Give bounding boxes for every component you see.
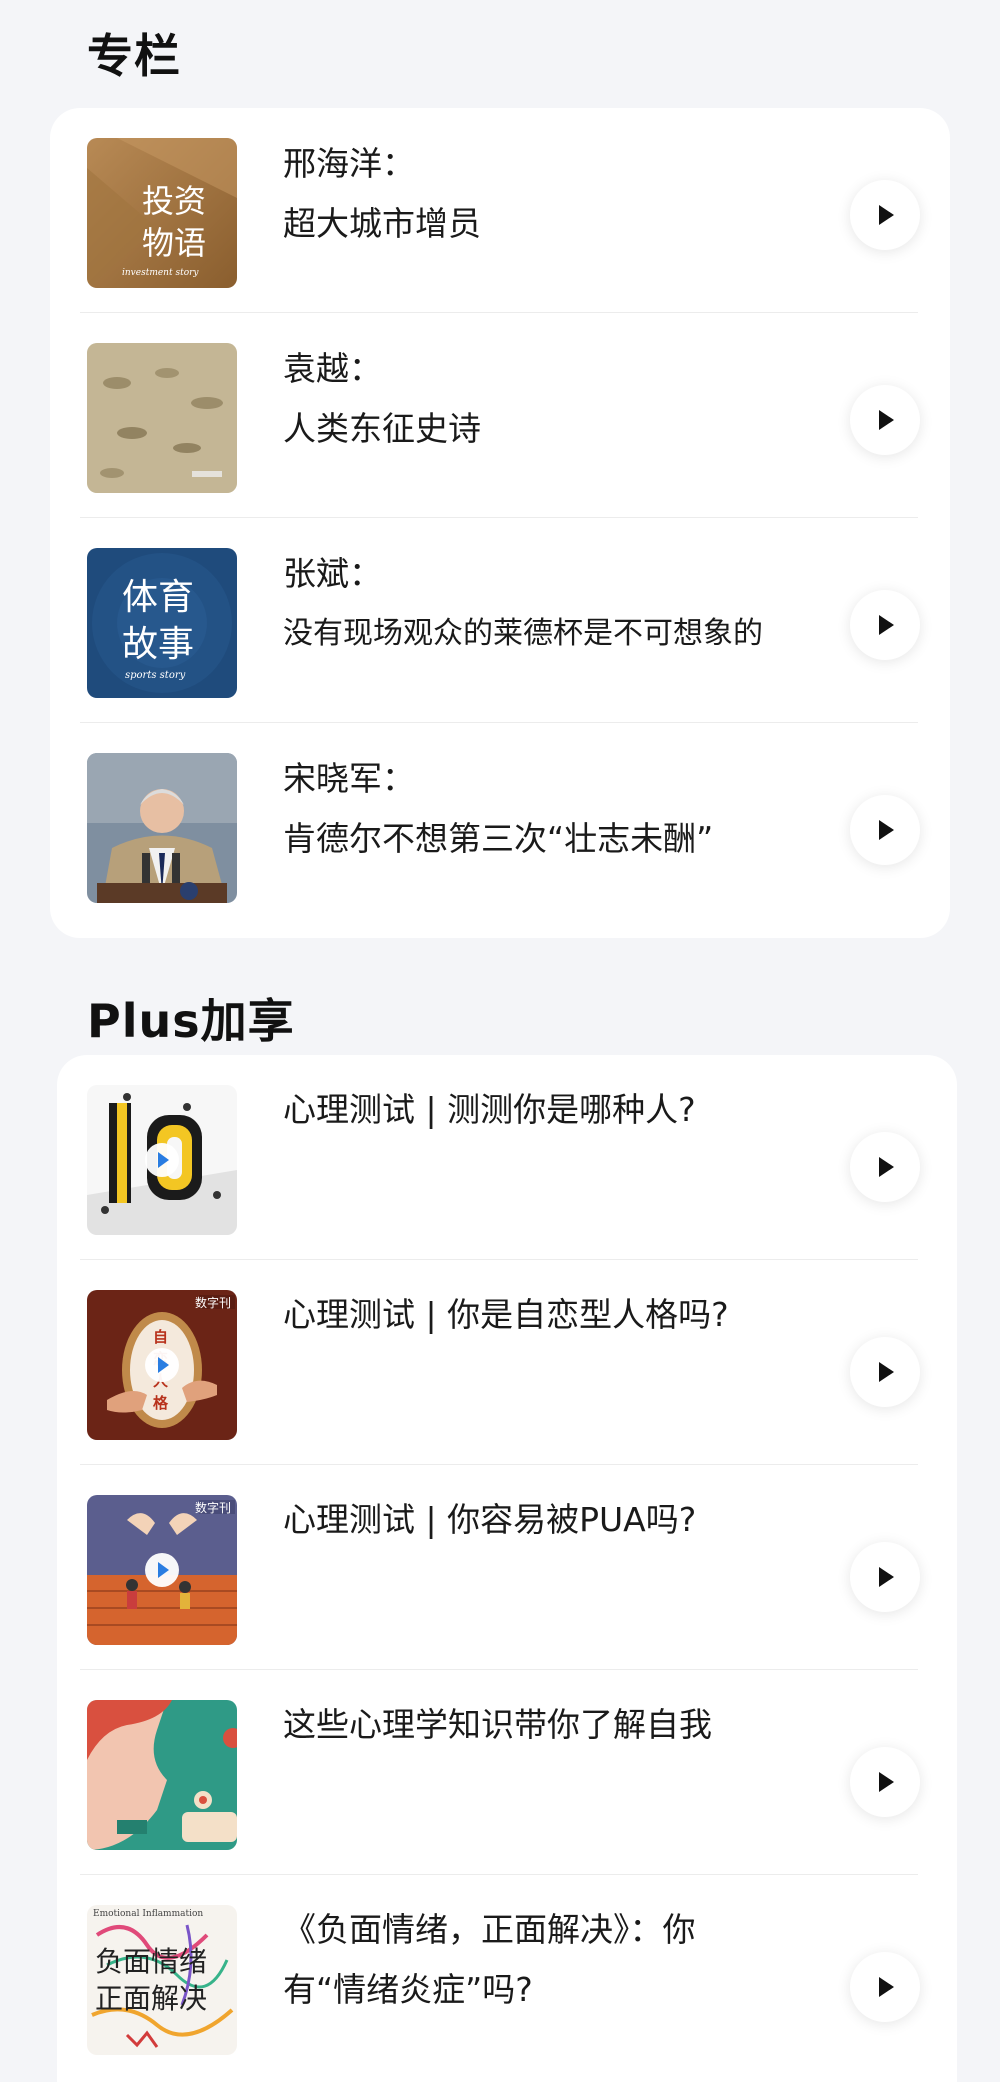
plus-cover-mirror: 数字刊 自 恋 人 格 [87, 1290, 237, 1440]
plus-item-pua-test[interactable]: 数字刊 心理测试 | 你容易被PUA吗? [80, 1465, 920, 1670]
play-button[interactable] [850, 1132, 920, 1202]
column-author: 邢海洋： [283, 144, 415, 183]
video-play-icon [145, 1143, 179, 1177]
column-item-song-xiaojun[interactable]: 宋晓军： 肯德尔不想第三次“壮志未酬” [80, 723, 920, 928]
plus-item-text: 这些心理学知识带你了解自我 [283, 1695, 753, 1755]
column-author: 宋晓军： [283, 759, 415, 798]
column-item-text: 袁越： 人类东征史诗 [283, 339, 823, 459]
cover-title-line2: 故事 [122, 624, 195, 665]
plus-cover-face-illustration [87, 1700, 237, 1850]
plus-item-text: 心理测试 | 测测你是哪种人? [283, 1080, 763, 1140]
video-play-icon [145, 1553, 179, 1587]
plus-item-title: 《负面情绪，正面解决》：你有“情绪炎症”吗? [283, 1910, 696, 2009]
plus-item-psychology-knowledge[interactable]: 这些心理学知识带你了解自我 [80, 1670, 920, 1875]
plus-item-title: 心理测试 | 你容易被PUA吗? [283, 1500, 697, 1539]
play-button[interactable] [850, 1337, 920, 1407]
column-title: 人类东征史诗 [283, 409, 481, 448]
column-item-yuan-yue[interactable]: 袁越： 人类东征史诗 [80, 313, 920, 518]
plus-item-text: 心理测试 | 你容易被PUA吗? [283, 1490, 763, 1550]
plus-item-text: 《负面情绪，正面解决》：你有“情绪炎症”吗? [283, 1900, 763, 2020]
column-title: 肯德尔不想第三次“壮志未酬” [283, 819, 714, 858]
cover-char-1: 自 [153, 1328, 169, 1346]
play-button[interactable] [850, 1952, 920, 2022]
column-author: 张斌： [283, 554, 382, 593]
cover-subtitle: sports story [125, 670, 186, 681]
cover-badge: 数字刊 [194, 1296, 231, 1310]
plus-card: 心理测试 | 测测你是哪种人? 数字刊 自 恋 人 格 心理测试 | 你是自恋型… [57, 1055, 957, 2082]
column-author: 袁越： [283, 349, 382, 388]
plus-item-personality-test[interactable]: 心理测试 | 测测你是哪种人? [80, 1055, 920, 1260]
plus-item-title: 心理测试 | 测测你是哪种人? [283, 1090, 696, 1129]
column-cover-sports-story: 体育 故事 sports story [87, 548, 237, 698]
column-cover-footprints [87, 343, 237, 493]
cover-title-line1: 投资 [142, 182, 207, 220]
plus-item-title: 心理测试 | 你是自恋型人格吗? [283, 1295, 729, 1334]
play-button[interactable] [850, 795, 920, 865]
cover-title-line1: 负面情绪 [95, 1945, 208, 1978]
plus-cover-number-10 [87, 1085, 237, 1235]
plus-item-text: 心理测试 | 你是自恋型人格吗? [283, 1285, 753, 1345]
column-cover-investment-story: 投资 物语 investment story [87, 138, 237, 288]
video-play-icon [145, 1348, 179, 1382]
plus-cover-book: Emotional Inflammation 负面情绪 正面解决 [87, 1905, 237, 2055]
column-cover-speaker-photo [87, 753, 237, 903]
cover-badge: 数字刊 [194, 1501, 231, 1515]
play-button[interactable] [850, 1747, 920, 1817]
plus-item-narcissism-test[interactable]: 数字刊 自 恋 人 格 心理测试 | 你是自恋型人格吗? [80, 1260, 920, 1465]
cover-char-4: 格 [153, 1394, 169, 1412]
cover-subtitle: investment story [122, 268, 199, 278]
plus-section-title: Plus加享 [87, 994, 295, 1048]
column-item-zhang-bin[interactable]: 体育 故事 sports story 张斌： 没有现场观众的莱德杯是不可想象的 [80, 518, 920, 723]
play-button[interactable] [850, 385, 920, 455]
plus-cover-stage: 数字刊 [87, 1495, 237, 1645]
columns-card: 投资 物语 investment story 邢海洋： 超大城市增员 袁越： 人… [50, 108, 950, 938]
column-item-xing-haiyang[interactable]: 投资 物语 investment story 邢海洋： 超大城市增员 [80, 108, 920, 313]
columns-section-title: 专栏 [87, 29, 181, 83]
cover-title-line1: 体育 [122, 577, 195, 618]
play-button[interactable] [850, 1542, 920, 1612]
plus-item-emotional-inflammation[interactable]: Emotional Inflammation 负面情绪 正面解决 《负面情绪，正… [80, 1875, 920, 2080]
column-item-text: 邢海洋： 超大城市增员 [283, 134, 823, 254]
column-item-text: 宋晓军： 肯德尔不想第三次“壮志未酬” [283, 749, 823, 869]
column-item-text: 张斌： 没有现场观众的莱德杯是不可想象的 [283, 544, 823, 664]
play-button[interactable] [850, 590, 920, 660]
plus-item-title: 这些心理学知识带你了解自我 [283, 1705, 712, 1744]
cover-english-title: Emotional Inflammation [93, 1909, 204, 1919]
column-title: 超大城市增员 [283, 204, 481, 243]
cover-title-line2: 正面解决 [95, 1982, 208, 2015]
cover-title-line2: 物语 [142, 224, 207, 262]
play-button[interactable] [850, 180, 920, 250]
column-title: 没有现场观众的莱德杯是不可想象的 [283, 616, 763, 651]
